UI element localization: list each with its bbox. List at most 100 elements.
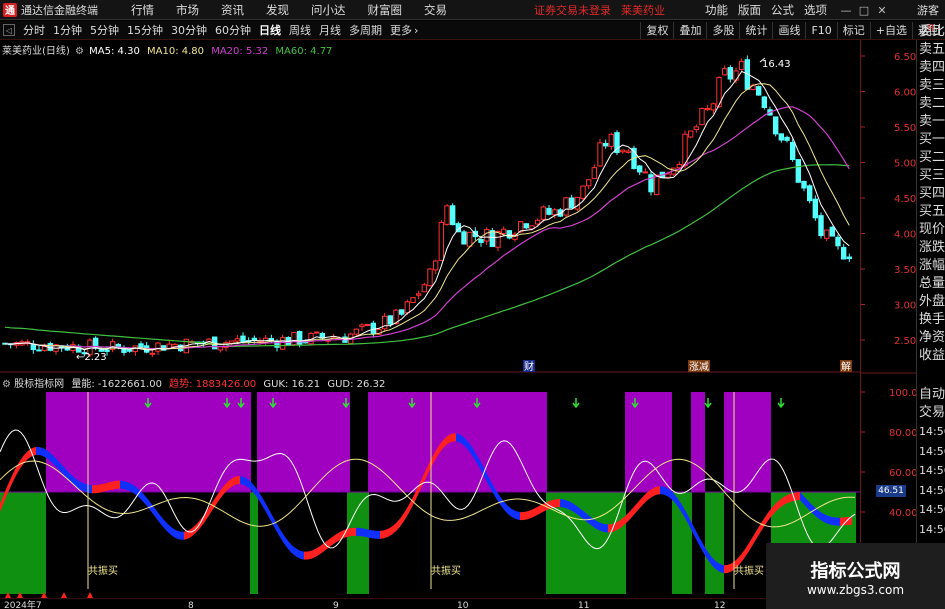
- period-30min[interactable]: 30分钟: [171, 22, 207, 38]
- auto-trade-label[interactable]: 自动: [917, 386, 945, 404]
- price-tick-label: 4.50: [894, 194, 916, 205]
- quote-panel: R 委比卖五卖四卖三卖二卖一买一买二买三买四买五现价涨跌涨幅总量外盘换手净资收益…: [916, 23, 945, 598]
- guest-label[interactable]: 游客: [917, 2, 939, 18]
- period-daily[interactable]: 日线: [259, 22, 281, 38]
- candle-body: [461, 231, 467, 245]
- candle-body: [840, 246, 847, 260]
- btn-fuquan[interactable]: 复权: [640, 22, 673, 39]
- candle-body: [489, 230, 496, 248]
- menu-xuanxiang[interactable]: 选项: [804, 2, 827, 18]
- quote-field: 收益: [919, 348, 945, 363]
- trend-ribbon: [108, 481, 112, 491]
- candle-body: [370, 322, 377, 334]
- quote-field: 买一: [919, 132, 945, 147]
- candle-body: [761, 96, 768, 108]
- gud-value: GUD: 26.32: [327, 379, 386, 390]
- btn-diejia[interactable]: 叠加: [673, 22, 706, 39]
- candle-body: [149, 352, 156, 355]
- candle-body: [625, 150, 632, 153]
- candle-body: [642, 171, 649, 174]
- candle-body: [500, 228, 507, 235]
- chevron-right-icon[interactable]: ›: [414, 24, 418, 37]
- menu-caifuquan[interactable]: 财富圈: [368, 2, 403, 18]
- candle-body: [228, 340, 235, 344]
- event-cai-label: 财: [524, 360, 534, 373]
- trend-value: 1883426.00: [195, 379, 257, 390]
- period-more[interactable]: 更多: [390, 22, 412, 38]
- trend-ribbon: [452, 433, 456, 442]
- candle-body: [568, 197, 575, 209]
- trend-ribbon: [104, 482, 108, 492]
- purple-zone: [368, 392, 547, 492]
- trend-ribbon: [656, 486, 660, 495]
- period-15min[interactable]: 15分钟: [127, 22, 163, 38]
- menu-gongneng[interactable]: 功能: [705, 2, 728, 18]
- candle-body: [846, 256, 853, 260]
- trend-ribbon: [36, 446, 40, 456]
- maximize-icon[interactable]: □: [857, 4, 871, 17]
- candle-body: [495, 231, 501, 248]
- candle-body: [36, 349, 42, 352]
- menu-wenxiaoda[interactable]: 问小达: [311, 2, 346, 18]
- candlestick-chart[interactable]: 16.43 ←2.23 财 涨减 解: [0, 40, 890, 373]
- period-multi[interactable]: 多周期: [349, 22, 382, 38]
- period-fenshi[interactable]: 分时: [23, 22, 45, 38]
- menu-hangqing[interactable]: 行情: [131, 2, 154, 18]
- trend-ribbon: [836, 517, 840, 526]
- candle-body: [727, 67, 734, 80]
- btn-tongji[interactable]: 统计: [739, 22, 772, 39]
- time-label: 14:56: [919, 522, 945, 536]
- menu-banmian[interactable]: 版面: [738, 2, 761, 18]
- btn-f10[interactable]: F10: [805, 22, 836, 39]
- trend-ribbon: [360, 528, 364, 537]
- candle-body: [444, 205, 450, 225]
- period-5min[interactable]: 5分钟: [90, 22, 119, 38]
- close-icon[interactable]: ✕: [875, 4, 889, 17]
- high-price-label: 16.43: [762, 59, 791, 70]
- btn-biaoji[interactable]: 标记: [836, 22, 870, 39]
- trend-ribbon: [300, 550, 304, 560]
- indicator-title: 股标指标网: [14, 379, 65, 390]
- period-toolbar: ◁ 分时 1分钟 5分钟 15分钟 30分钟 60分钟 日线 周线 月线 多周期…: [0, 21, 945, 40]
- settings-gear-icon: ⚙: [75, 46, 84, 57]
- trend-ribbon: [364, 528, 368, 538]
- candle-body: [421, 284, 428, 293]
- menu-jiaoyi[interactable]: 交易: [424, 2, 447, 18]
- btn-duogu[interactable]: 多股: [706, 22, 739, 39]
- menu-gongshi[interactable]: 公式: [771, 2, 794, 18]
- trend-ribbon: [184, 530, 188, 540]
- candle-body: [835, 236, 841, 247]
- toolbar-toggle-icon[interactable]: ◁: [3, 24, 15, 36]
- date-label-sep: 9: [333, 601, 339, 609]
- period-monthly[interactable]: 月线: [319, 22, 341, 38]
- minimize-icon[interactable]: —: [839, 4, 853, 17]
- watermark-url: www.zbgs3.com: [806, 583, 905, 597]
- candle-body: [795, 159, 802, 183]
- menu-zixun[interactable]: 资讯: [221, 2, 244, 18]
- candle-body: [138, 343, 144, 348]
- trend-ribbon: [600, 522, 604, 533]
- candle-body: [721, 68, 728, 76]
- trend-ribbon: [384, 528, 388, 539]
- candle-body: [693, 126, 700, 131]
- candle-body: [551, 209, 558, 216]
- menu-faxian[interactable]: 发现: [266, 2, 289, 18]
- trend-ribbon: [524, 511, 528, 521]
- auto-trade-label[interactable]: 交易: [917, 404, 945, 422]
- btn-huaxian[interactable]: 画线: [772, 22, 805, 39]
- indicator-chart[interactable]: 共振买 共振买 共振买: [0, 374, 890, 598]
- trend-ribbon: [96, 484, 100, 494]
- period-weekly[interactable]: 周线: [289, 22, 311, 38]
- btn-add-watchlist[interactable]: +自选: [869, 22, 912, 39]
- login-status[interactable]: 证券交易未登录: [534, 2, 611, 18]
- low-price-label: ←2.23: [76, 352, 107, 363]
- trend-ribbon: [40, 447, 44, 457]
- price-tick-label: 6.50: [894, 52, 916, 63]
- green-zone: [250, 492, 258, 594]
- trend-ribbon: [112, 480, 116, 490]
- watermark-banner: 指标公式网 www.zbgs3.com: [766, 543, 945, 609]
- menu-shichang[interactable]: 市场: [176, 2, 199, 18]
- period-60min[interactable]: 60分钟: [215, 22, 251, 38]
- quote-field: 净资: [919, 330, 945, 345]
- period-1min[interactable]: 1分钟: [53, 22, 82, 38]
